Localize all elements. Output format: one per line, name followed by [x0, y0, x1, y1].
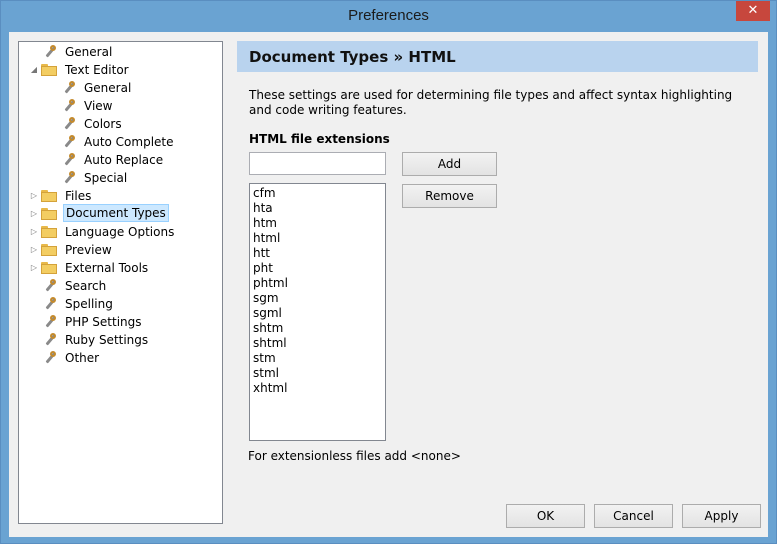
remove-button[interactable]: Remove — [402, 184, 497, 208]
expand-arrow-icon[interactable]: ▷ — [29, 205, 39, 223]
cancel-button[interactable]: Cancel — [594, 504, 673, 528]
folder-icon — [41, 262, 57, 274]
list-item[interactable]: cfm — [253, 186, 276, 201]
expand-arrow-icon[interactable]: ▷ — [29, 241, 39, 259]
tree-item-label: Document Types — [63, 204, 169, 222]
tree-item-label: Preview — [65, 243, 112, 257]
tree-item-label: Files — [65, 189, 92, 203]
list-item[interactable]: pht — [253, 261, 273, 276]
wrench-icon — [62, 134, 76, 150]
tree-item-label: PHP Settings — [65, 315, 142, 329]
tree-item-label: Special — [84, 171, 128, 185]
tree-item-label: General — [84, 81, 132, 95]
folder-icon — [41, 244, 57, 256]
list-item[interactable]: shtm — [253, 321, 283, 336]
tree-item-label: Spelling — [65, 297, 113, 311]
extension-input[interactable] — [249, 152, 386, 175]
tree-item-label: Text Editor — [65, 63, 129, 77]
tree-item-label: Search — [65, 279, 107, 293]
tree-item-label: External Tools — [65, 261, 149, 275]
folder-icon — [41, 64, 57, 76]
wrench-icon — [43, 278, 57, 294]
list-item[interactable]: htm — [253, 216, 277, 231]
ok-button[interactable]: OK — [506, 504, 585, 528]
folder-icon — [41, 190, 57, 202]
extensions-list[interactable]: cfm hta htm html htt pht phtml sgm sgml shtm shtml… — [249, 183, 386, 441]
list-item[interactable]: xhtml — [253, 381, 287, 396]
list-item[interactable]: stm — [253, 351, 276, 366]
tree-item-label: Other — [65, 351, 100, 365]
list-item[interactable]: hta — [253, 201, 273, 216]
expand-arrow-icon[interactable]: ▷ — [29, 259, 39, 277]
tree-item-label: View — [84, 99, 113, 113]
dialog-body: General ◢ Text Editor General View Colors Auto… — [9, 32, 768, 537]
tree-item-label: Ruby Settings — [65, 333, 149, 347]
wrench-icon — [62, 170, 76, 186]
tree-item-label: Auto Complete — [84, 135, 174, 149]
list-item[interactable]: shtml — [253, 336, 287, 351]
apply-button[interactable]: Apply — [682, 504, 761, 528]
tree-item-label: General — [65, 45, 113, 59]
wrench-icon — [62, 116, 76, 132]
wrench-icon — [43, 296, 57, 312]
list-item[interactable]: phtml — [253, 276, 288, 291]
wrench-icon — [62, 98, 76, 114]
collapse-arrow-icon[interactable]: ◢ — [29, 61, 39, 79]
tree-item-label: Auto Replace — [84, 153, 164, 167]
tree-item-label: Colors — [84, 117, 122, 131]
folder-icon — [41, 226, 57, 238]
section-header: Document Types » HTML — [237, 41, 758, 72]
wrench-icon — [62, 152, 76, 168]
close-button[interactable]: ✕ — [736, 1, 770, 21]
list-item[interactable]: stml — [253, 366, 279, 381]
add-button[interactable]: Add — [402, 152, 497, 176]
window-title: Preferences — [348, 7, 429, 24]
title-bar[interactable]: Preferences ✕ — [1, 1, 776, 32]
wrench-icon — [43, 350, 57, 366]
section-title: Document Types » HTML — [249, 48, 456, 66]
expand-arrow-icon[interactable]: ▷ — [29, 187, 39, 205]
extensions-label: HTML file extensions — [249, 132, 390, 146]
preferences-tree[interactable]: General ◢ Text Editor General View Colors Auto… — [18, 41, 223, 524]
preferences-window: Preferences ✕ General ◢ Text Editor General… — [0, 0, 777, 544]
list-item[interactable]: sgm — [253, 291, 279, 306]
close-icon: ✕ — [747, 3, 759, 18]
wrench-icon — [43, 314, 57, 330]
folder-icon — [41, 208, 57, 220]
list-item[interactable]: sgml — [253, 306, 282, 321]
wrench-icon — [62, 80, 76, 96]
list-item[interactable]: html — [253, 231, 280, 246]
wrench-icon — [43, 332, 57, 348]
extensionless-hint: For extensionless files add <none> — [248, 449, 461, 463]
expand-arrow-icon[interactable]: ▷ — [29, 223, 39, 241]
section-description: These settings are used for determining … — [249, 88, 733, 117]
tree-item-label: Language Options — [65, 225, 175, 239]
list-item[interactable]: htt — [253, 246, 270, 261]
wrench-icon — [43, 44, 57, 60]
